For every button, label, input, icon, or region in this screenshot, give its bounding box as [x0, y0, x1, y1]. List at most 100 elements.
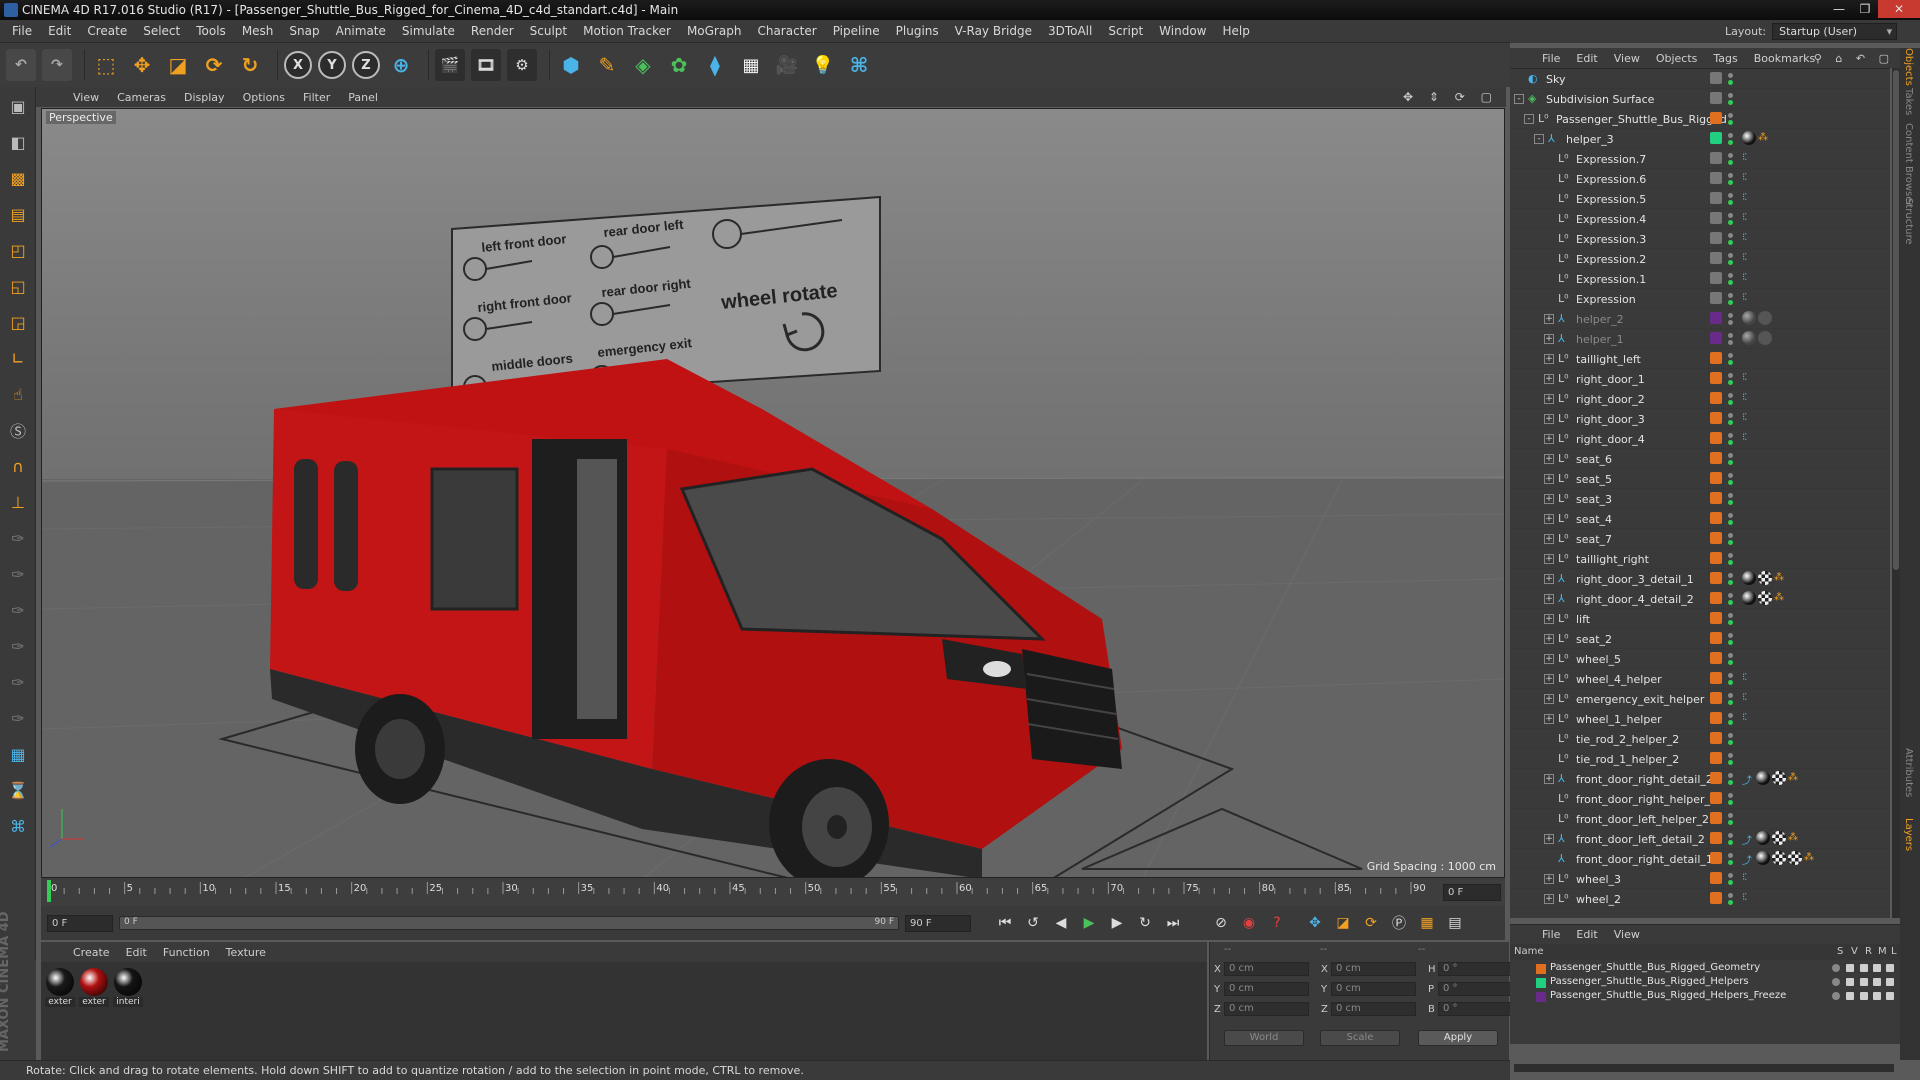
object-name[interactable]: Expression.5: [1576, 193, 1646, 206]
layer-color-swatch[interactable]: [1710, 232, 1722, 244]
object-name[interactable]: right_door_2: [1576, 393, 1645, 406]
object-row[interactable]: + ⅄ right_door_4_detail_2 ⁂: [1510, 589, 1890, 609]
object-row[interactable]: L⁰ Expression.2 ⁝⁚: [1510, 249, 1890, 269]
render-visibility-dot[interactable]: [1728, 260, 1733, 265]
ik-tag-icon[interactable]: ⤴: [1742, 832, 1752, 847]
render-visibility-dot[interactable]: [1728, 780, 1733, 785]
expand-toggle-icon[interactable]: +: [1544, 474, 1554, 484]
constraint-tag-icon[interactable]: ⁂: [1788, 832, 1798, 843]
render-visibility-dot[interactable]: [1728, 340, 1733, 345]
editor-visibility-dot[interactable]: [1728, 313, 1733, 318]
constraint-tag-icon[interactable]: ⁂: [1788, 772, 1798, 783]
layer-color-swatch[interactable]: [1710, 392, 1722, 404]
object-row[interactable]: + L⁰ seat_3: [1510, 489, 1890, 509]
xpresso-tag-icon[interactable]: ⁝⁚: [1742, 692, 1747, 703]
python-script-icon[interactable]: ⌘: [3, 811, 33, 841]
editor-visibility-dot[interactable]: [1728, 773, 1733, 778]
checker-texture-tag-icon[interactable]: [1772, 771, 1786, 785]
layer-color-swatch[interactable]: [1710, 412, 1722, 424]
object-name[interactable]: emergency_exit_helper: [1576, 693, 1704, 706]
previous-key-icon[interactable]: ↺: [1021, 911, 1045, 935]
render-visibility-dot[interactable]: [1728, 220, 1733, 225]
expand-toggle-icon[interactable]: +: [1544, 534, 1554, 544]
viewport-nav-icons[interactable]: ✥ ⇕ ⟳ ▢: [1403, 90, 1498, 104]
xpresso-tag-icon[interactable]: ⁝⁚: [1742, 272, 1747, 283]
layer-color-swatch[interactable]: [1710, 152, 1722, 164]
editor-visibility-dot[interactable]: [1728, 333, 1733, 338]
render-visibility-dot[interactable]: [1728, 160, 1733, 165]
render-visibility-dot[interactable]: [1728, 320, 1733, 325]
editor-visibility-dot[interactable]: [1728, 93, 1733, 98]
layer-row[interactable]: Passenger_Shuttle_Bus_Rigged_Helpers_Fre…: [1510, 990, 1900, 1004]
object-row[interactable]: + ⅄ helper_2: [1510, 309, 1890, 329]
layer-color-swatch[interactable]: [1710, 552, 1722, 564]
render-view-icon[interactable]: 🎬: [435, 49, 465, 81]
layer-flag-toggle[interactable]: [1886, 964, 1894, 972]
object-name[interactable]: right_door_3: [1576, 413, 1645, 426]
coordinate-value-field[interactable]: 0 cm: [1331, 962, 1416, 976]
subdivision-surface-icon[interactable]: ◈: [628, 49, 658, 81]
object-row[interactable]: + L⁰ wheel_4_helper ⁝⁚: [1510, 669, 1890, 689]
apply-button[interactable]: Apply: [1418, 1030, 1498, 1046]
timeline-playhead[interactable]: [47, 880, 51, 902]
expand-toggle-icon[interactable]: +: [1544, 374, 1554, 384]
render-visibility-dot[interactable]: [1728, 420, 1733, 425]
layer-color-swatch[interactable]: [1710, 332, 1722, 344]
editor-visibility-dot[interactable]: [1728, 833, 1733, 838]
object-name[interactable]: Expression.6: [1576, 173, 1646, 186]
layer-color-swatch[interactable]: [1710, 872, 1722, 884]
keyframe-selection-icon[interactable]: ?: [1265, 911, 1289, 935]
coordinate-value-field[interactable]: 0 cm: [1224, 1002, 1309, 1016]
constraint-tag-icon[interactable]: [1758, 331, 1772, 345]
layer-color-swatch[interactable]: [1710, 192, 1722, 204]
render-visibility-dot[interactable]: [1728, 680, 1733, 685]
object-row[interactable]: L⁰ front_door_right_helper_1: [1510, 789, 1890, 809]
viewport-menu-display[interactable]: Display: [175, 91, 234, 104]
brush-icon-4[interactable]: ✑: [3, 631, 33, 661]
object-name[interactable]: wheel_5: [1576, 653, 1621, 666]
editor-visibility-dot[interactable]: [1728, 413, 1733, 418]
checker-texture-tag-icon[interactable]: [1758, 571, 1772, 585]
object-manager-scrollbar[interactable]: [1892, 68, 1900, 918]
points-mode-icon[interactable]: ◰: [3, 235, 33, 265]
render-visibility-dot[interactable]: [1728, 800, 1733, 805]
object-row[interactable]: + L⁰ wheel_2 ⁝⁚: [1510, 889, 1890, 909]
constraint-tag-icon[interactable]: ⁂: [1774, 572, 1784, 583]
material-menu-function[interactable]: Function: [155, 946, 218, 959]
render-visibility-dot[interactable]: [1728, 700, 1733, 705]
expand-toggle-icon[interactable]: -: [1514, 94, 1524, 104]
scrollbar-thumb[interactable]: [1893, 70, 1899, 570]
ik-tag-icon[interactable]: ⤴: [1742, 852, 1752, 867]
expand-toggle-icon[interactable]: +: [1544, 334, 1554, 344]
layer-color-swatch[interactable]: [1710, 92, 1722, 104]
material-menu-create[interactable]: Create: [65, 946, 118, 959]
menu-render[interactable]: Render: [463, 20, 522, 43]
current-frame-field[interactable]: 0 F: [1443, 884, 1501, 901]
live-selection-icon[interactable]: ⬚: [91, 49, 121, 81]
render-visibility-dot[interactable]: [1728, 620, 1733, 625]
layer-color-swatch[interactable]: [1710, 252, 1722, 264]
model-mode-icon[interactable]: ◧: [3, 127, 33, 157]
render-visibility-dot[interactable]: [1728, 400, 1733, 405]
editor-visibility-dot[interactable]: [1728, 813, 1733, 818]
expand-toggle-icon[interactable]: +: [1544, 494, 1554, 504]
layer-color-swatch[interactable]: [1710, 352, 1722, 364]
layer-color-swatch[interactable]: [1710, 452, 1722, 464]
editor-visibility-dot[interactable]: [1728, 573, 1733, 578]
editor-visibility-dot[interactable]: [1728, 533, 1733, 538]
editor-visibility-dot[interactable]: [1728, 373, 1733, 378]
render-visibility-dot[interactable]: [1728, 140, 1733, 145]
object-name[interactable]: wheel_3: [1576, 873, 1621, 886]
object-row[interactable]: + L⁰ seat_5: [1510, 469, 1890, 489]
side-tab-attributes[interactable]: Attributes: [1903, 748, 1914, 797]
object-row[interactable]: L⁰ tie_rod_1_helper_2: [1510, 749, 1890, 769]
layer-flag-toggle[interactable]: [1832, 978, 1840, 986]
timeline-mode-icon[interactable]: ⌛: [3, 775, 33, 805]
viewport-menu-options[interactable]: Options: [234, 91, 294, 104]
render-visibility-dot[interactable]: [1728, 520, 1733, 525]
edges-mode-icon[interactable]: ◱: [3, 271, 33, 301]
brush-icon-3[interactable]: ✑: [3, 595, 33, 625]
editor-visibility-dot[interactable]: [1728, 613, 1733, 618]
expand-toggle-icon[interactable]: +: [1544, 354, 1554, 364]
object-row[interactable]: L⁰ Expression.7 ⁝⁚: [1510, 149, 1890, 169]
